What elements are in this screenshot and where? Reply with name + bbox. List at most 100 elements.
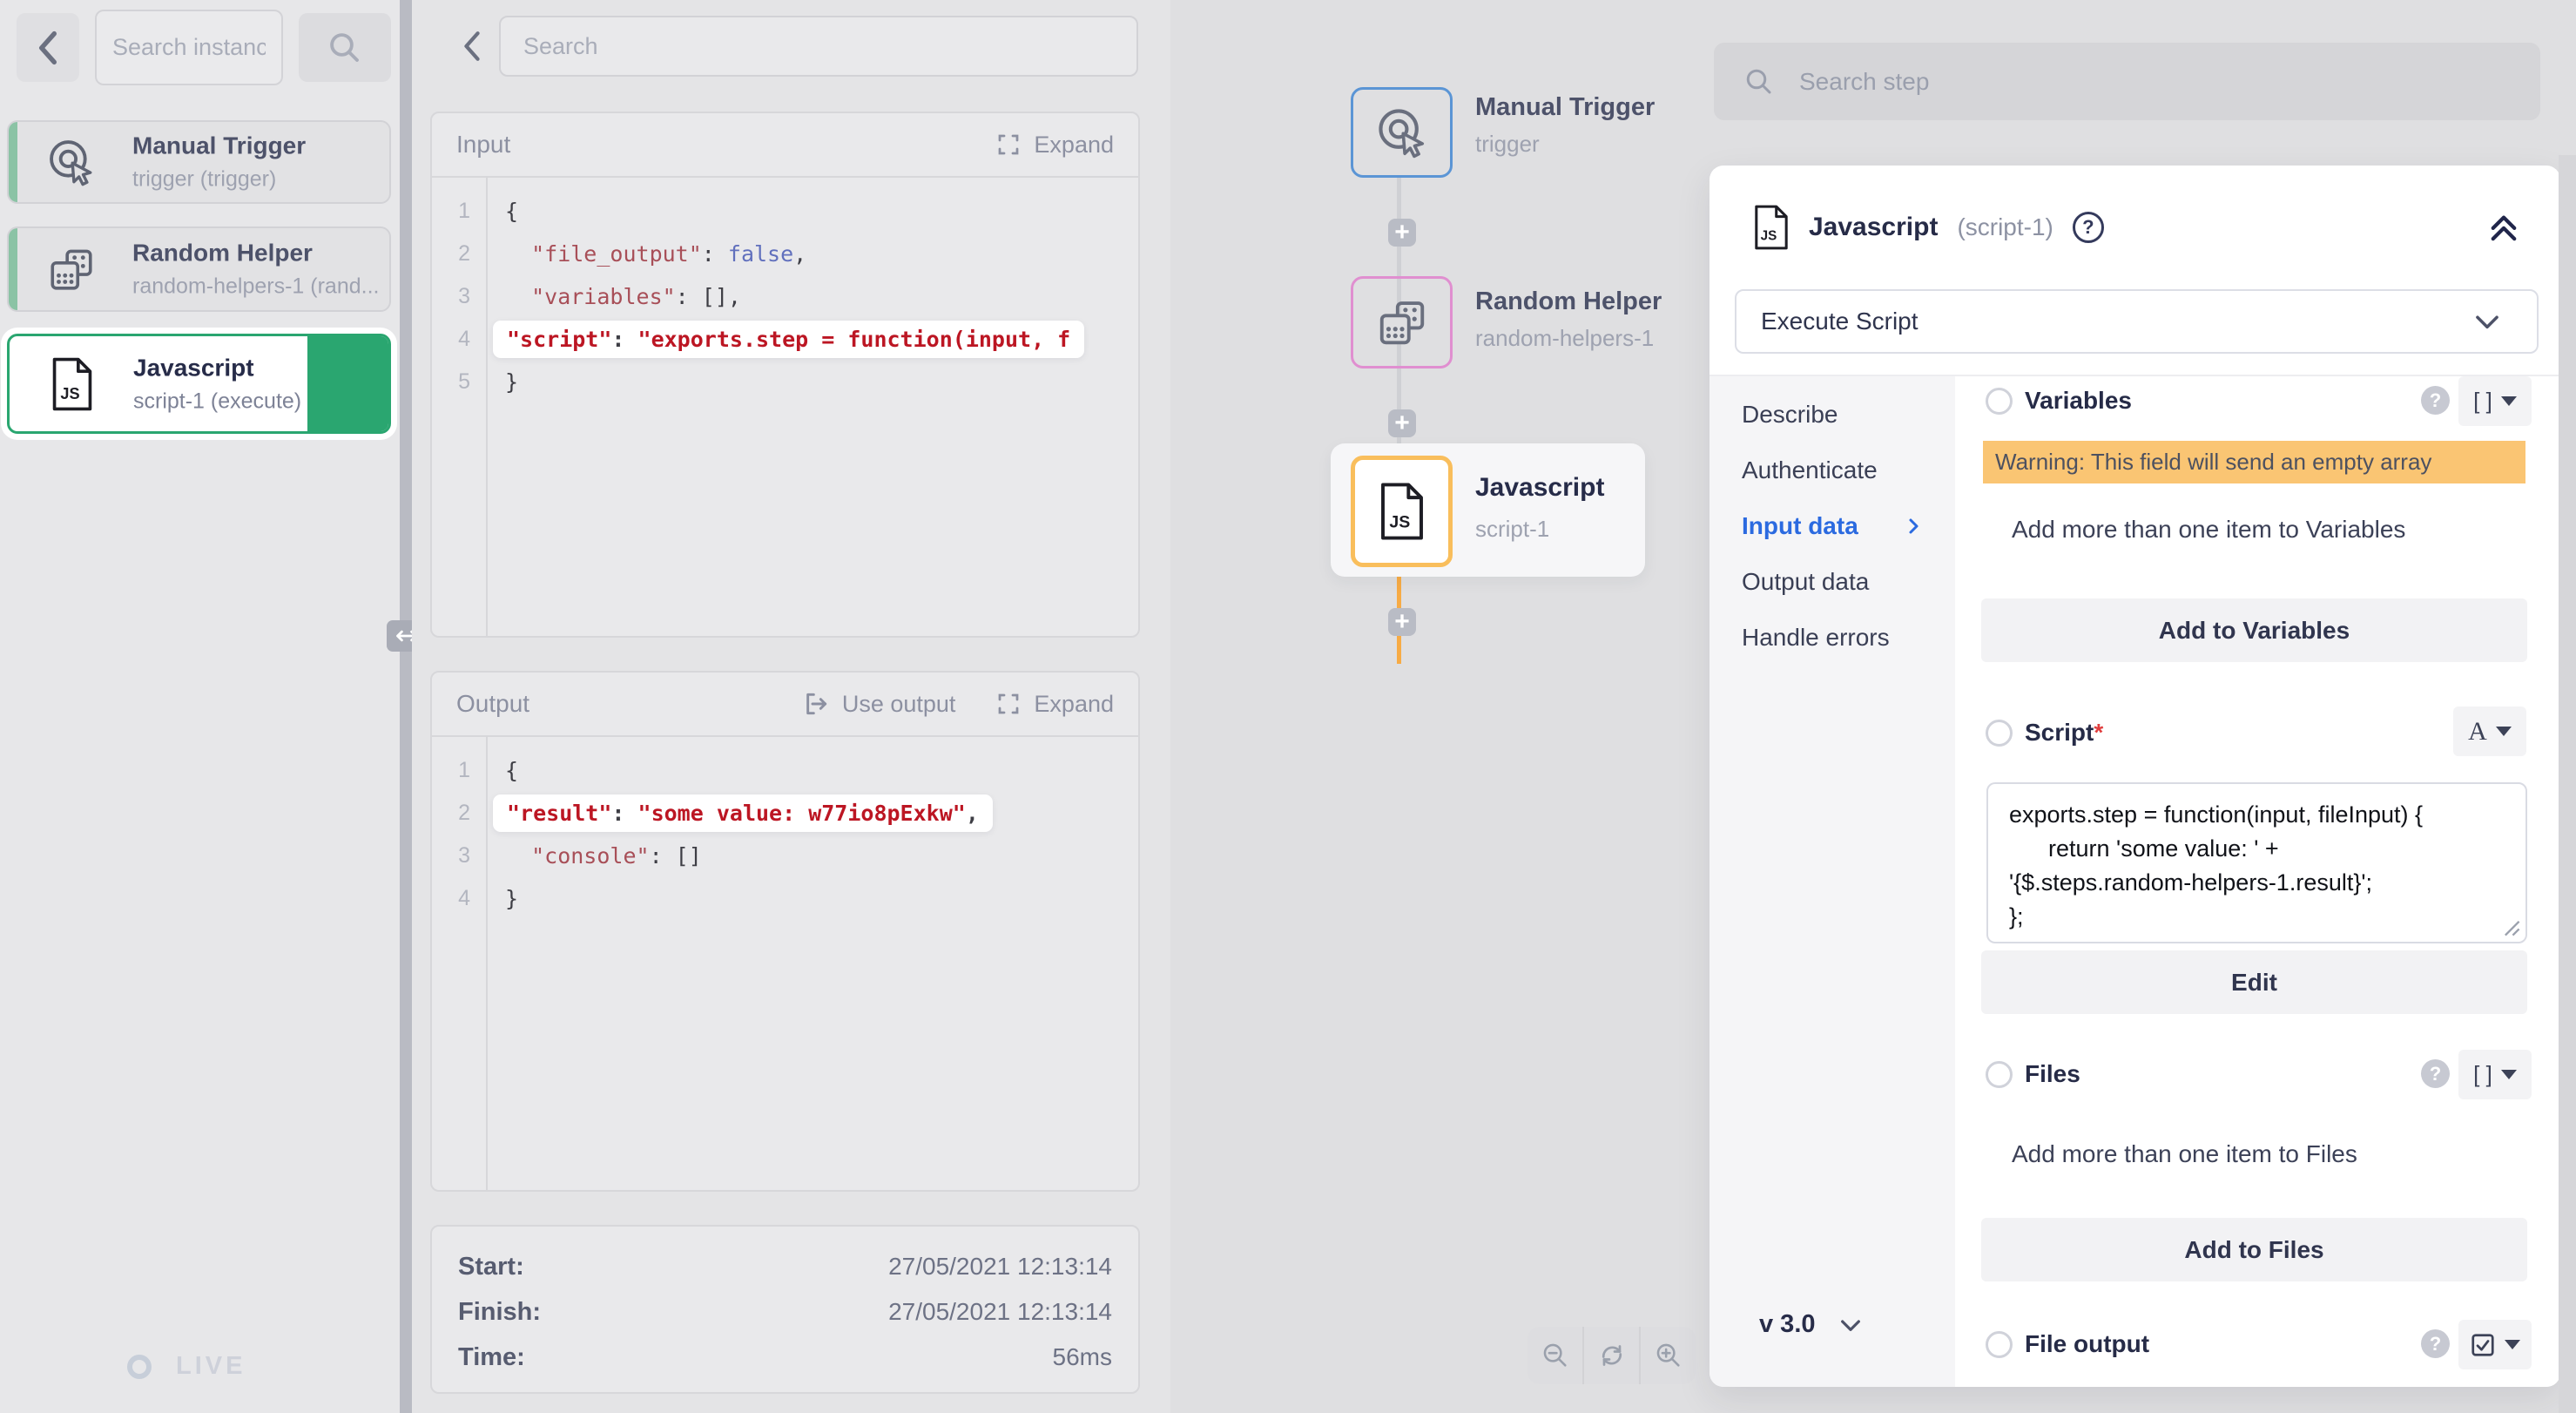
search-icon [1743, 66, 1775, 98]
canvas-zoom-controls [1527, 1327, 1696, 1384]
canvas-node-javascript[interactable]: JS [1351, 456, 1453, 567]
input-data-form: Variables ? [ ] Warning: This field will… [1955, 376, 2560, 1387]
operation-select[interactable]: Execute Script [1735, 289, 2539, 354]
step-subtitle: random-helpers-1 (rand... [132, 274, 379, 300]
double-chevron-up-icon [2485, 209, 2522, 246]
code-line: 1{ [432, 749, 1138, 792]
scrollbar-track[interactable] [2559, 155, 2576, 1413]
script-edit-button[interactable]: Edit [1981, 950, 2527, 1014]
debug-search-input[interactable] [501, 17, 1136, 75]
help-icon: ? [2421, 1329, 2450, 1358]
files-helper-text: Add more than one item to Files [2012, 1140, 2357, 1168]
chevron-down-icon [1837, 1311, 1865, 1339]
add-to-files-button[interactable]: Add to Files [1981, 1218, 2527, 1281]
file-output-help[interactable]: ? [2421, 1329, 2450, 1358]
search-icon [327, 30, 363, 66]
version-selector[interactable]: v 3.0 [1759, 1310, 1865, 1339]
resize-grip-icon[interactable] [2503, 919, 2520, 936]
code-text: } [486, 886, 518, 911]
code-text: "variables": [], [486, 284, 741, 309]
expand-icon [995, 132, 1022, 158]
files-help[interactable]: ? [2421, 1059, 2450, 1088]
files-radio[interactable] [1986, 1061, 2013, 1088]
script-textarea[interactable]: exports.step = function(input, fileInput… [1988, 784, 2525, 942]
add-step-button[interactable]: + [1388, 608, 1416, 636]
variables-field-row: Variables [1986, 387, 2132, 415]
input-json-code[interactable]: 1{2 "file_output": false,3 "variables": … [432, 178, 1138, 636]
variables-type-button[interactable]: [ ] [2458, 376, 2532, 426]
step-subtitle: script-1 (execute) [133, 389, 301, 414]
file-output-type-button[interactable] [2458, 1320, 2532, 1369]
zoom-in-button[interactable] [1639, 1327, 1696, 1384]
highlighted-code-text: "result": "some value: w77io8pExkw", [493, 794, 993, 832]
sidebar-step-manual-trigger[interactable]: Manual Trigger trigger (trigger) [7, 120, 391, 204]
use-output-button[interactable]: Use output [802, 690, 956, 718]
stat-row-finish: Finish: 27/05/2021 12:13:14 [458, 1289, 1112, 1335]
zoom-out-icon [1541, 1341, 1570, 1370]
output-expand-button[interactable]: Expand [995, 691, 1114, 718]
add-step-button[interactable]: + [1388, 409, 1416, 437]
code-line: 3 "variables": [], [432, 275, 1138, 318]
nav-item-input-data[interactable]: Input data [1742, 504, 1858, 548]
svg-text:JS: JS [1761, 228, 1777, 243]
nav-item-output-data[interactable]: Output data [1742, 560, 1869, 604]
code-line: 4"script": "exports.step = function(inpu… [432, 318, 1138, 361]
nav-item-handle-errors[interactable]: Handle errors [1742, 616, 1890, 659]
nav-item-describe[interactable]: Describe [1742, 393, 1838, 436]
required-mark: * [2094, 719, 2103, 747]
help-icon: ? [2421, 1059, 2450, 1088]
stat-value: 56ms [1053, 1343, 1112, 1371]
panel-divider[interactable] [400, 0, 412, 1413]
node-subtitle: random-helpers-1 [1475, 325, 1654, 352]
zoom-in-icon [1654, 1341, 1683, 1370]
variables-help[interactable]: ? [2421, 386, 2450, 415]
variables-label: Variables [2025, 387, 2132, 415]
search-step-bar[interactable] [1714, 43, 2540, 120]
code-line: 5} [432, 361, 1138, 403]
reset-zoom-button[interactable] [1582, 1327, 1639, 1384]
node-subtitle: trigger [1475, 131, 1540, 158]
chevron-left-icon [462, 30, 482, 62]
file-output-radio[interactable] [1986, 1331, 2013, 1358]
line-number: 1 [432, 199, 486, 224]
nav-item-authenticate[interactable]: Authenticate [1742, 449, 1878, 492]
code-text: } [486, 369, 518, 395]
script-editor: exports.step = function(input, fileInput… [1986, 782, 2527, 943]
stat-value: 27/05/2021 12:13:14 [888, 1253, 1112, 1281]
version-value: v 3.0 [1759, 1310, 1816, 1339]
input-expand-button[interactable]: Expand [995, 132, 1114, 159]
input-json-card: Input Expand 1{2 "file_output": false,3 … [430, 112, 1140, 638]
help-icon[interactable]: ? [2073, 212, 2104, 243]
add-step-button[interactable]: + [1388, 219, 1416, 247]
script-label: Script [2025, 719, 2094, 747]
search-instance-input[interactable] [97, 11, 281, 84]
sidebar-step-random-helper[interactable]: Random Helper random-helpers-1 (rand... [7, 226, 391, 312]
canvas-node-random-helper[interactable] [1351, 276, 1453, 368]
code-text: { [486, 758, 518, 783]
add-to-variables-button[interactable]: Add to Variables [1981, 598, 2527, 662]
output-json-code[interactable]: 1{2"result": "some value: w77io8pExkw",3… [432, 737, 1138, 1190]
line-number: 2 [432, 241, 486, 267]
js-file-icon: JS [1379, 483, 1426, 540]
script-radio[interactable] [1986, 720, 2013, 747]
debug-back-button[interactable] [450, 24, 494, 68]
debug-search-field[interactable] [499, 16, 1138, 77]
zoom-out-button[interactable] [1527, 1327, 1582, 1384]
sidebar-step-javascript[interactable]: JS Javascript script-1 (execute) [7, 334, 391, 434]
search-step-input[interactable] [1797, 43, 2511, 120]
code-line: 1{ [432, 190, 1138, 233]
script-type-button[interactable]: A [2453, 706, 2526, 756]
line-number: 3 [432, 284, 486, 309]
stat-row-start: Start: 27/05/2021 12:13:14 [458, 1244, 1112, 1289]
debug-panel: Input Expand 1{2 "file_output": false,3 … [412, 0, 1170, 1413]
canvas-node-manual-trigger[interactable] [1351, 87, 1453, 178]
search-instance-field[interactable] [95, 10, 283, 85]
config-step-title: Javascript [1809, 213, 1938, 242]
sidebar-back-button[interactable] [17, 13, 79, 82]
files-type-button[interactable]: [ ] [2458, 1050, 2532, 1099]
collapse-panel-button[interactable] [2485, 209, 2522, 246]
sidebar-search-button[interactable] [299, 13, 391, 82]
debug-steps-sidebar: Manual Trigger trigger (trigger) Random … [0, 0, 400, 1413]
variables-radio[interactable] [1986, 388, 2013, 415]
dice-icon [45, 243, 98, 295]
